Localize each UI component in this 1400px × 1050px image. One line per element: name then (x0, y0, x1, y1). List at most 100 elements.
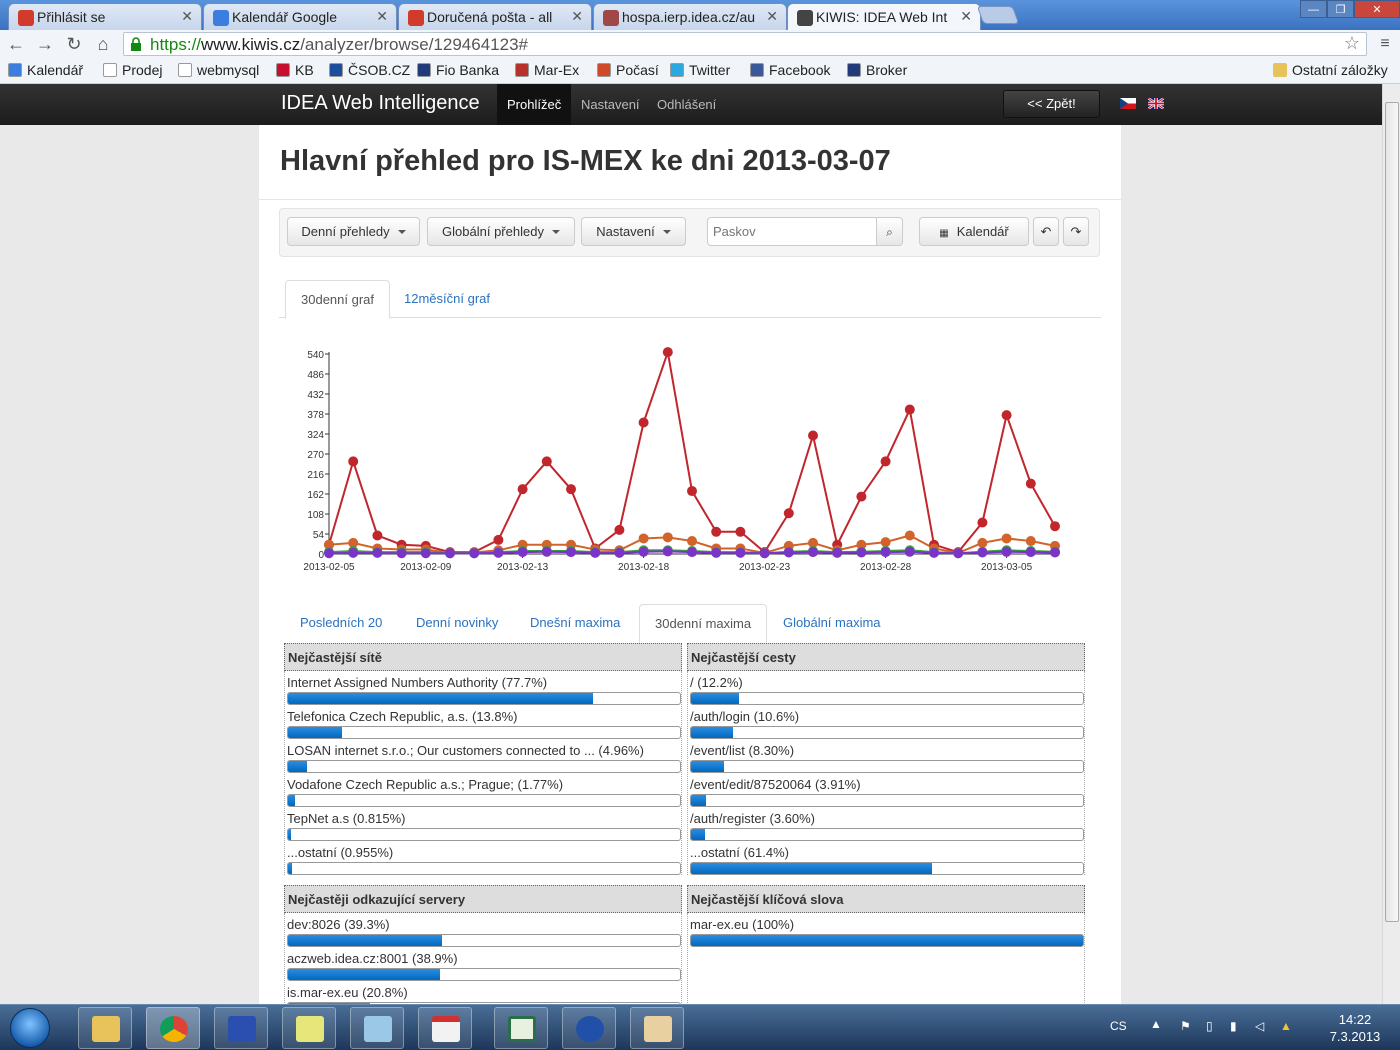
flag-icon[interactable]: ⚑ (1180, 1019, 1196, 1035)
czech-flag-icon[interactable] (1120, 98, 1136, 109)
bookmark-item[interactable]: webmysql (178, 62, 259, 78)
tab-last-20[interactable]: Posledních 20 (285, 604, 397, 642)
save-app-taskbar-button[interactable] (214, 1007, 268, 1049)
address-bar[interactable]: https://www.kiwis.cz/analyzer/browse/129… (123, 32, 1367, 56)
scrollbar-thumb[interactable] (1385, 102, 1399, 922)
stat-progress-bar (287, 726, 681, 739)
explorer-taskbar-button[interactable] (78, 1007, 132, 1049)
stat-progress-fill (288, 795, 295, 806)
bookmark-item[interactable]: Facebook (750, 62, 830, 78)
show-hidden-icons-icon[interactable]: ▲ (1150, 1017, 1166, 1033)
wizard-taskbar-button[interactable] (630, 1007, 684, 1049)
nav-odhlaseni[interactable]: Odhlášení (647, 84, 726, 125)
bookmark-item[interactable]: Fio Banka (417, 62, 499, 78)
stat-progress-bar (690, 862, 1084, 875)
data-point (372, 530, 383, 541)
bookmark-item[interactable]: Prodej (103, 62, 162, 78)
close-icon[interactable]: ✕ (181, 8, 193, 25)
bookmark-item[interactable]: Mar-Ex (515, 62, 579, 78)
calendar-button[interactable]: ▦ Kalendář (919, 217, 1029, 246)
search-input[interactable] (707, 217, 877, 246)
data-point (735, 547, 746, 558)
x-tick-label: 2013-02-09 (400, 562, 452, 573)
language-indicator[interactable]: CS (1110, 1019, 1127, 1033)
y-tick-label: 108 (307, 510, 324, 521)
brand[interactable]: IDEA Web Intelligence (281, 92, 480, 115)
pdf-taskbar-button[interactable] (418, 1007, 472, 1049)
reload-icon[interactable]: ↻ (63, 33, 85, 55)
browser-tab[interactable]: Kalendář Google ✕ (203, 3, 397, 30)
ec-icon (576, 1016, 604, 1042)
ec-app-taskbar-button[interactable] (562, 1007, 616, 1049)
nav-prohlizec[interactable]: Prohlížeč (497, 84, 572, 125)
start-button[interactable] (10, 1008, 50, 1048)
bookmark-item[interactable]: Kalendář (8, 62, 83, 78)
search-button[interactable]: ⌕ (876, 217, 903, 246)
stat-progress-fill (288, 761, 308, 772)
other-bookmarks[interactable]: Ostatní záložky (1273, 62, 1388, 78)
data-point (1001, 546, 1012, 557)
tab-favicon-icon (797, 10, 813, 26)
tab-30day-max[interactable]: 30denní maxima (639, 604, 768, 643)
nav-nastaveni[interactable]: Nastavení (571, 84, 650, 125)
close-icon[interactable]: ✕ (571, 8, 583, 25)
bookmark-favicon-icon (750, 63, 764, 77)
home-icon[interactable]: ⌂ (92, 33, 114, 55)
tab-today-max[interactable]: Dnešní maxima (515, 604, 635, 642)
network-icon[interactable]: ▮ (1230, 1019, 1246, 1035)
close-icon[interactable]: ✕ (960, 8, 972, 25)
browser-tab[interactable]: Doručená pošta - all ✕ (398, 3, 592, 30)
data-point (662, 347, 673, 358)
tab-12month-chart[interactable]: 12měsíční graf (389, 280, 505, 318)
browser-tab-active[interactable]: KIWIS: IDEA Web Int ✕ (787, 3, 981, 30)
data-point (541, 546, 552, 557)
notepad-taskbar-button[interactable] (350, 1007, 404, 1049)
maximize-button[interactable]: ❐ (1327, 0, 1354, 18)
bookmark-label: Mar-Ex (534, 62, 580, 78)
vertical-scrollbar[interactable] (1382, 84, 1400, 1004)
stat-progress-bar (287, 862, 681, 875)
back-arrow-icon[interactable]: ← (5, 33, 27, 55)
tab-daily-news[interactable]: Denní novinky (401, 604, 513, 642)
data-point (977, 517, 988, 528)
window-close-button[interactable]: ✕ (1354, 0, 1400, 18)
menu-icon[interactable]: ≡ (1374, 33, 1396, 55)
browser-tab[interactable]: hospa.ierp.idea.cz/au ✕ (593, 3, 787, 30)
tab-30day-chart[interactable]: 30denní graf (285, 280, 391, 319)
browser-tab[interactable]: Přihlásit se ✕ (8, 3, 202, 30)
settings-dropdown[interactable]: Nastavení (581, 217, 686, 246)
bookmark-item[interactable]: Počasí (597, 62, 659, 78)
global-overviews-dropdown[interactable]: Globální přehledy (427, 217, 575, 246)
stat-label: aczweb.idea.cz:8001 (38.9%) (287, 951, 458, 966)
bookmark-item[interactable]: Broker (847, 62, 907, 78)
stat-row: / (12.2%) (688, 671, 1084, 705)
bookmark-item[interactable]: KB (276, 62, 314, 78)
uk-flag-icon[interactable] (1148, 98, 1164, 109)
drive-icon[interactable]: ▲ (1280, 1019, 1296, 1035)
window-app-taskbar-button[interactable] (494, 1007, 548, 1049)
tab-global-max[interactable]: Globální maxima (768, 604, 896, 642)
data-point (566, 484, 576, 495)
bookmark-star-icon[interactable]: ☆ (1344, 33, 1360, 54)
bookmark-item[interactable]: Twitter (670, 62, 730, 78)
bookmark-item[interactable]: ČSOB.CZ (329, 62, 410, 78)
minimize-button[interactable]: — (1300, 0, 1327, 18)
device-icon[interactable]: ▯ (1206, 1019, 1222, 1035)
bookmark-label: Počasí (616, 62, 659, 78)
close-icon[interactable]: ✕ (766, 8, 778, 25)
stat-progress-bar (287, 794, 681, 807)
chrome-taskbar-button[interactable] (146, 1007, 200, 1049)
clock[interactable]: 14:22 7.3.2013 (1320, 1011, 1390, 1045)
volume-icon[interactable]: ◁ (1255, 1019, 1271, 1035)
stat-progress-fill (288, 935, 443, 946)
close-icon[interactable]: ✕ (376, 8, 388, 25)
forward-arrow-icon[interactable]: → (34, 33, 56, 55)
back-button[interactable]: << Zpět! (1003, 90, 1100, 118)
sticky-notes-taskbar-button[interactable] (282, 1007, 336, 1049)
data-point (832, 547, 843, 558)
redo-button[interactable]: ↷ (1063, 217, 1089, 246)
new-tab-button[interactable] (976, 6, 1020, 24)
undo-button[interactable]: ↶ (1033, 217, 1059, 246)
daily-overviews-dropdown[interactable]: Denní přehledy (287, 217, 420, 246)
data-point (1050, 547, 1060, 558)
